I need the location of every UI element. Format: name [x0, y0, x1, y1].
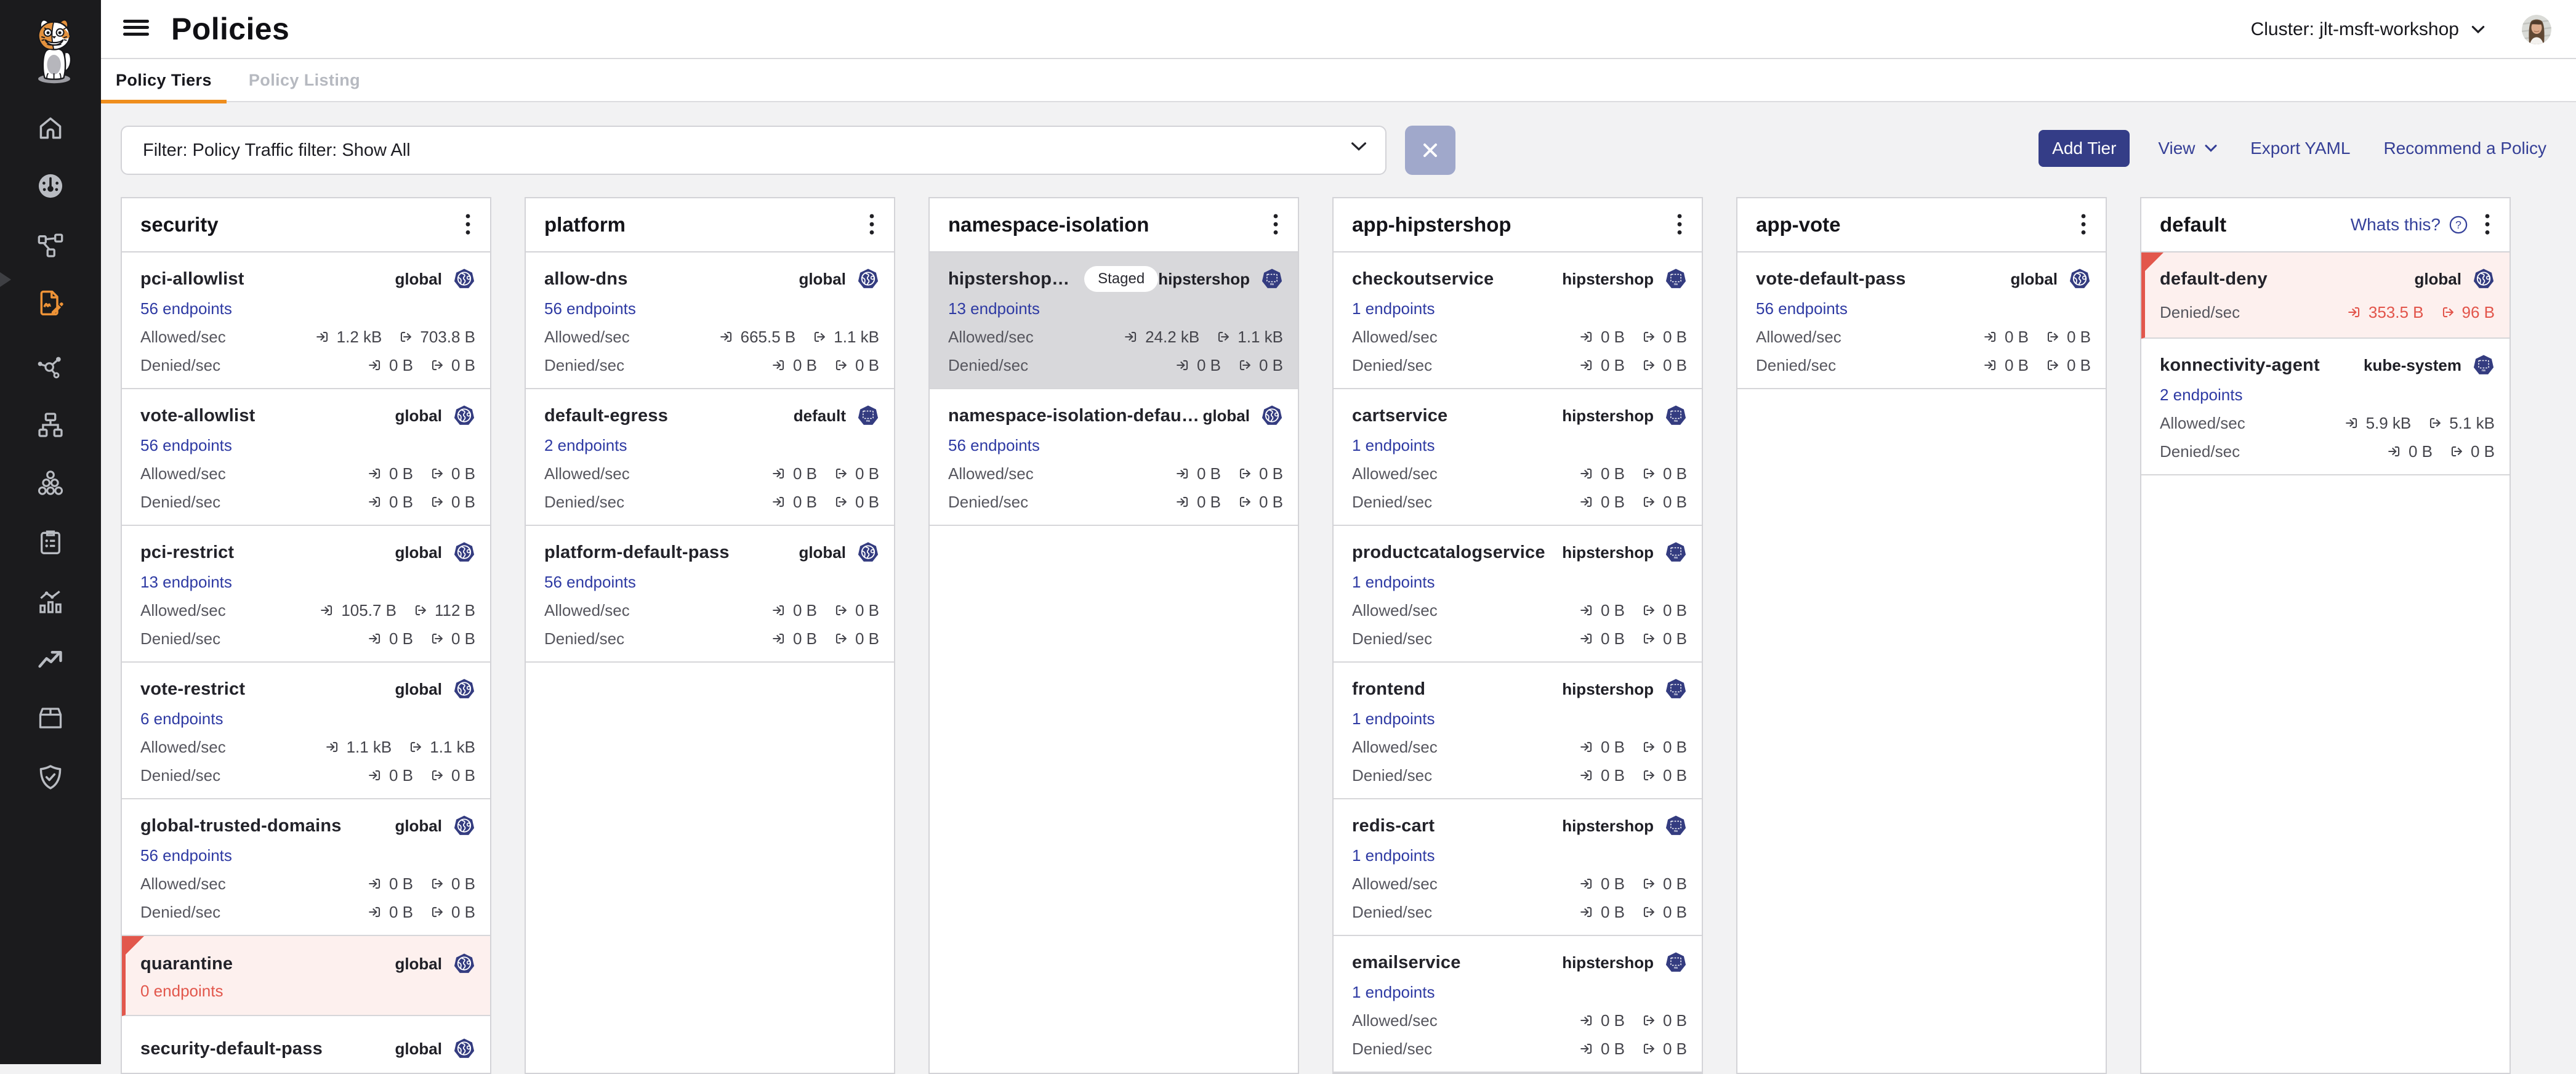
svg-text:?: ? — [2455, 219, 2461, 231]
